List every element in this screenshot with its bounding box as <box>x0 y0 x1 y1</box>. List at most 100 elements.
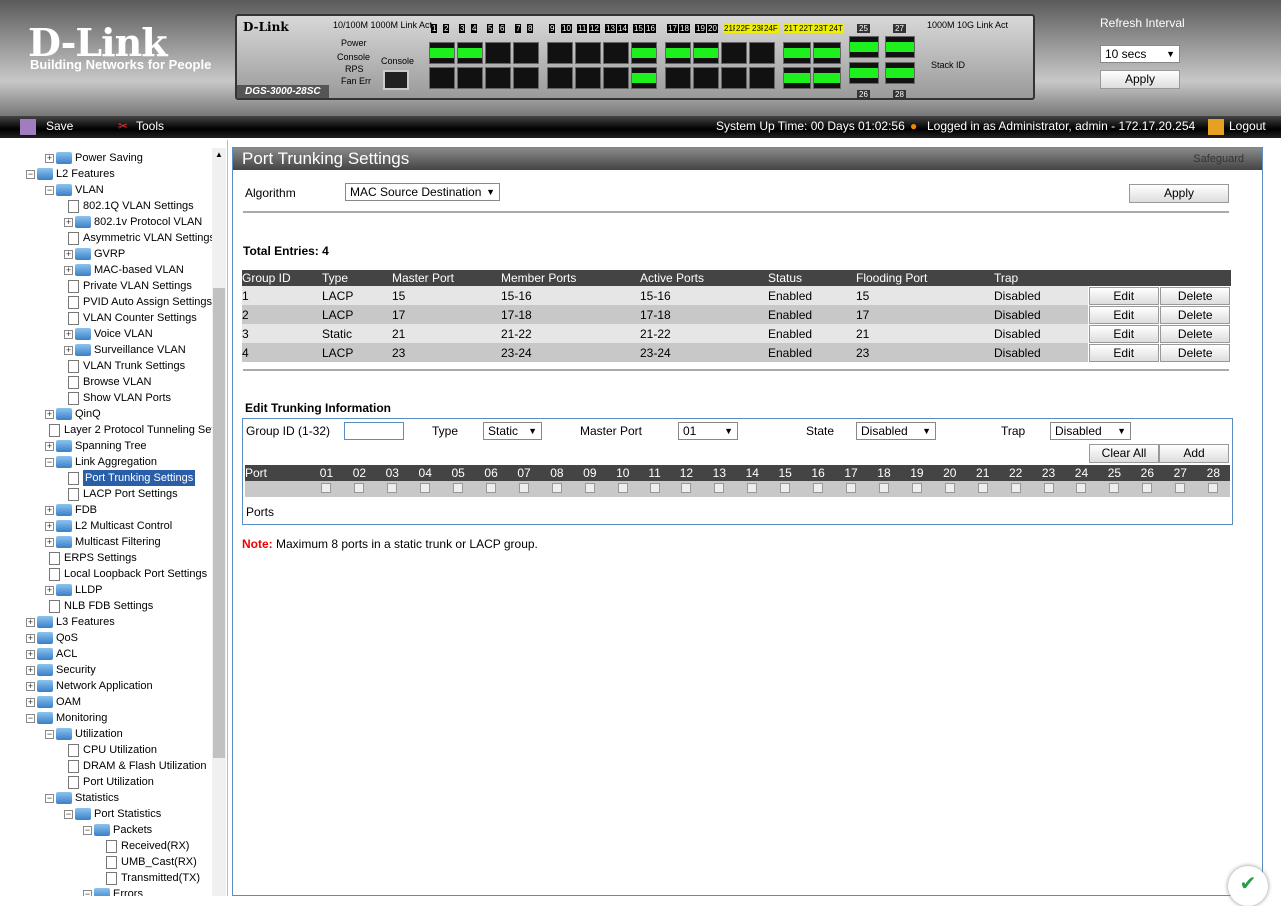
port-checkbox[interactable] <box>321 483 332 493</box>
tree-item[interactable]: Transmitted(TX) <box>102 870 200 886</box>
port-checkbox[interactable] <box>1208 483 1219 493</box>
add-button[interactable]: Add <box>1159 444 1229 463</box>
port-22T[interactable] <box>813 42 841 64</box>
expand-icon[interactable]: + <box>64 217 73 227</box>
expand-icon[interactable]: + <box>64 329 73 339</box>
port-15[interactable] <box>631 42 657 64</box>
port-checkbox[interactable] <box>584 483 595 493</box>
port-17[interactable] <box>665 42 691 64</box>
edit-button[interactable]: Edit <box>1088 305 1159 324</box>
tree-item[interactable]: + GVRP <box>64 246 125 262</box>
tree-item[interactable]: PVID Auto Assign Settings <box>64 294 212 310</box>
port-7[interactable] <box>513 42 539 64</box>
port-5[interactable] <box>485 42 511 64</box>
port-6[interactable] <box>485 67 511 89</box>
tree-item[interactable]: VLAN Counter Settings <box>64 310 197 326</box>
tree-item[interactable]: + Security <box>26 662 96 678</box>
expand-icon[interactable]: + <box>45 441 54 451</box>
port-checkbox[interactable] <box>813 483 824 493</box>
save-button[interactable]: Save <box>46 119 73 133</box>
tree-item[interactable]: Local Loopback Port Settings <box>45 566 207 582</box>
port-checkbox[interactable] <box>846 483 857 493</box>
port-24F[interactable] <box>749 67 775 89</box>
port-checkbox[interactable] <box>420 483 431 493</box>
port-checkbox[interactable] <box>551 483 562 493</box>
tree-item[interactable]: Private VLAN Settings <box>64 278 192 294</box>
port-checkbox[interactable] <box>780 483 791 493</box>
expand-icon[interactable]: + <box>26 681 35 691</box>
port-10[interactable] <box>547 67 573 89</box>
refresh-interval-select[interactable]: 10 secs <box>1100 45 1180 63</box>
tree-item[interactable]: + LLDP <box>45 582 103 598</box>
tree-item[interactable]: + Multicast Filtering <box>45 534 161 550</box>
sidebar-scrollbar[interactable]: ▲ <box>212 148 226 896</box>
port-23F[interactable] <box>749 42 775 64</box>
port-checkbox[interactable] <box>453 483 464 493</box>
trap-select[interactable]: Disabled <box>1050 422 1131 440</box>
port-11[interactable] <box>575 42 601 64</box>
tree-item[interactable]: + L3 Features <box>26 614 115 630</box>
port-25[interactable] <box>849 36 879 58</box>
port-checkbox[interactable] <box>944 483 955 493</box>
port-20[interactable] <box>693 67 719 89</box>
tree-item[interactable]: Received(RX) <box>102 838 189 854</box>
expand-icon[interactable]: + <box>64 345 73 355</box>
port-14[interactable] <box>603 67 629 89</box>
tree-item[interactable]: − Port Statistics <box>64 806 161 822</box>
state-select[interactable]: Disabled <box>856 422 936 440</box>
tree-item[interactable]: + Network Application <box>26 678 153 694</box>
port-26[interactable] <box>849 62 879 84</box>
port-checkbox[interactable] <box>1043 483 1054 493</box>
tree-item[interactable]: + FDB <box>45 502 97 518</box>
delete-button[interactable]: Delete <box>1160 324 1231 343</box>
tree-item[interactable]: − L2 Features <box>26 166 115 182</box>
tree-item[interactable]: NLB FDB Settings <box>45 598 153 614</box>
tree-item[interactable]: 802.1Q VLAN Settings <box>64 198 194 214</box>
tree-item[interactable]: + Voice VLAN <box>64 326 153 342</box>
tree-item[interactable]: VLAN Trunk Settings <box>64 358 185 374</box>
tree-item[interactable]: + ACL <box>26 646 77 662</box>
port-16[interactable] <box>631 67 657 89</box>
master-port-select[interactable]: 01 <box>678 422 738 440</box>
shield-check-icon[interactable]: ✔ <box>1228 866 1268 906</box>
port-checkbox[interactable] <box>1010 483 1021 493</box>
refresh-apply-button[interactable]: Apply <box>1100 70 1180 89</box>
port-checkbox[interactable] <box>977 483 988 493</box>
port-checkbox[interactable] <box>354 483 365 493</box>
expand-icon[interactable]: + <box>45 537 54 547</box>
tree-item[interactable]: − Errors <box>83 886 143 896</box>
port-checkbox[interactable] <box>911 483 922 493</box>
tree-item[interactable]: + Spanning Tree <box>45 438 147 454</box>
expand-icon[interactable]: + <box>26 697 35 707</box>
type-select[interactable]: Static <box>483 422 542 440</box>
port-8[interactable] <box>513 67 539 89</box>
delete-button[interactable]: Delete <box>1160 305 1231 324</box>
port-18[interactable] <box>665 67 691 89</box>
expand-icon[interactable]: + <box>26 665 35 675</box>
group-id-input[interactable] <box>344 422 404 440</box>
expand-icon[interactable]: + <box>26 633 35 643</box>
edit-button[interactable]: Edit <box>1088 324 1159 343</box>
tree-item[interactable]: + Power Saving <box>45 150 143 166</box>
expand-icon[interactable]: + <box>45 409 54 419</box>
tree-item[interactable]: DRAM & Flash Utilization <box>64 758 206 774</box>
tree-item[interactable]: − Packets <box>83 822 152 838</box>
tree-item[interactable]: Port Utilization <box>64 774 154 790</box>
tree-item[interactable]: + OAM <box>26 694 81 710</box>
tree-item[interactable]: LACP Port Settings <box>64 486 178 502</box>
port-checkbox[interactable] <box>486 483 497 493</box>
edit-button[interactable]: Edit <box>1088 343 1159 362</box>
port-12[interactable] <box>575 67 601 89</box>
tree-item[interactable]: − Monitoring <box>26 710 107 726</box>
tree-item[interactable]: Show VLAN Ports <box>64 390 171 406</box>
collapse-icon[interactable]: − <box>45 729 54 739</box>
port-checkbox[interactable] <box>714 483 725 493</box>
tree-item[interactable]: − Utilization <box>45 726 123 742</box>
tree-item[interactable]: + QinQ <box>45 406 101 422</box>
port-27[interactable] <box>885 36 915 58</box>
collapse-icon[interactable]: − <box>45 185 54 195</box>
scrollbar-thumb[interactable] <box>213 288 225 758</box>
tools-menu[interactable]: Tools <box>136 119 164 133</box>
expand-icon[interactable]: + <box>64 249 73 259</box>
collapse-icon[interactable]: − <box>64 809 73 819</box>
